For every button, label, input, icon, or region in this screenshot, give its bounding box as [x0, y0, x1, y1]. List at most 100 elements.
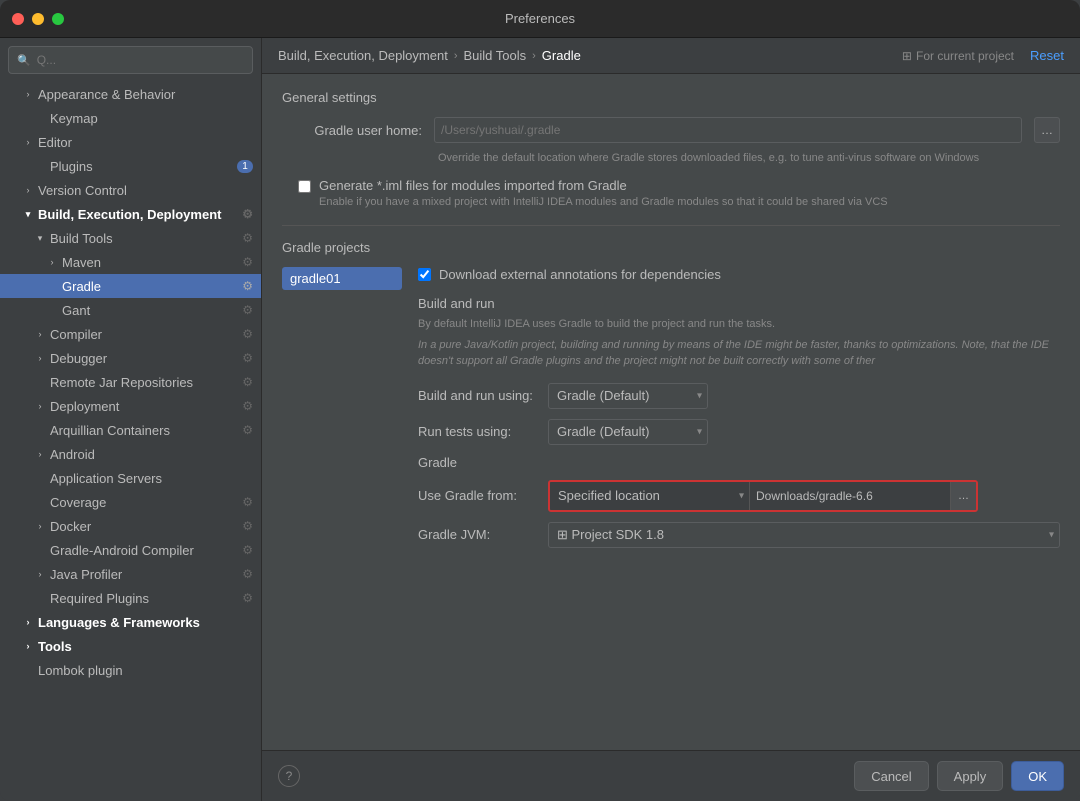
gear-icon-java-profiler: ⚙: [242, 567, 253, 581]
generate-iml-checkbox[interactable]: [298, 180, 311, 193]
maximize-button[interactable]: [52, 13, 64, 25]
gear-icon-gradle: ⚙: [242, 279, 253, 293]
build-run-hint1: By default IntelliJ IDEA uses Gradle to …: [418, 317, 1060, 332]
download-annotations-checkbox[interactable]: [418, 268, 431, 281]
breadcrumb-path2: Build Tools: [463, 48, 526, 63]
gear-icon-build: ⚙: [242, 207, 253, 221]
divider-1: [282, 225, 1060, 226]
run-tests-using-select[interactable]: Gradle (Default): [548, 419, 708, 445]
sidebar: 🔍 › Appearance & Behavior Keymap › Edito…: [0, 38, 262, 801]
build-run-using-select[interactable]: Gradle (Default): [548, 383, 708, 409]
use-gradle-from-label: Use Gradle from:: [418, 488, 538, 503]
gradle-section-label: Gradle: [418, 455, 1060, 470]
sidebar-item-java-profiler[interactable]: › Java Profiler ⚙: [0, 562, 261, 586]
breadcrumb-path1: Build, Execution, Deployment: [278, 48, 448, 63]
gradle-user-home-input[interactable]: [434, 117, 1022, 143]
gear-icon-required-plugins: ⚙: [242, 591, 253, 605]
expand-arrow-languages: ›: [20, 614, 36, 630]
download-annotations-label: Download external annotations for depend…: [439, 267, 721, 282]
sidebar-item-label: Deployment: [50, 399, 119, 414]
gear-icon-gant: ⚙: [242, 303, 253, 317]
sidebar-item-label: Docker: [50, 519, 91, 534]
plugins-badge: 1: [237, 160, 253, 173]
run-tests-using-label: Run tests using:: [418, 424, 538, 439]
use-gradle-from-row: Use Gradle from: Specified location …: [418, 480, 1060, 512]
sidebar-item-arquillian[interactable]: Arquillian Containers ⚙: [0, 418, 261, 442]
sidebar-item-label: Remote Jar Repositories: [50, 375, 193, 390]
sidebar-item-appearance[interactable]: › Appearance & Behavior: [0, 82, 261, 106]
use-gradle-from-select-wrapper: Specified location: [550, 482, 750, 510]
sidebar-item-remote-jar[interactable]: Remote Jar Repositories ⚙: [0, 370, 261, 394]
sidebar-item-languages[interactable]: › Languages & Frameworks: [0, 610, 261, 634]
search-box[interactable]: 🔍: [8, 46, 253, 74]
main-content: 🔍 › Appearance & Behavior Keymap › Edito…: [0, 38, 1080, 801]
expand-arrow-compiler: ›: [32, 326, 48, 342]
expand-arrow-android: ›: [32, 446, 48, 462]
ok-button[interactable]: OK: [1011, 761, 1064, 791]
sidebar-item-label: Lombok plugin: [38, 663, 123, 678]
gradle-user-home-hint: Override the default location where Grad…: [438, 151, 1060, 166]
sidebar-item-keymap[interactable]: Keymap: [0, 106, 261, 130]
sidebar-item-coverage[interactable]: Coverage ⚙: [0, 490, 261, 514]
sidebar-item-debugger[interactable]: › Debugger ⚙: [0, 346, 261, 370]
gradle-projects-layout: gradle01 Download external annotations f…: [282, 267, 1060, 548]
sidebar-item-tools[interactable]: › Tools: [0, 634, 261, 658]
generate-iml-row: Generate *.iml files for modules importe…: [298, 178, 1060, 210]
sidebar-item-required-plugins[interactable]: Required Plugins ⚙: [0, 586, 261, 610]
build-run-hint2: In a pure Java/Kotlin project, building …: [418, 338, 1060, 369]
expand-arrow-keymap: [32, 110, 48, 126]
search-input[interactable]: [37, 53, 244, 67]
reset-button[interactable]: Reset: [1030, 48, 1064, 63]
minimize-button[interactable]: [32, 13, 44, 25]
help-button[interactable]: ?: [278, 765, 300, 787]
gear-icon-gradle-android: ⚙: [242, 543, 253, 557]
expand-arrow-build-exec: ▾: [20, 206, 36, 222]
gear-icon-deployment: ⚙: [242, 399, 253, 413]
expand-arrow-java-profiler: ›: [32, 566, 48, 582]
gradle-user-home-browse-button[interactable]: …: [1034, 117, 1060, 143]
gradle-path-input[interactable]: [750, 482, 950, 510]
project-settings: Download external annotations for depend…: [418, 267, 1060, 548]
use-gradle-from-select[interactable]: Specified location: [550, 482, 750, 510]
breadcrumb-sep2: ›: [532, 50, 536, 62]
apply-button[interactable]: Apply: [937, 761, 1004, 791]
gradle-user-home-label: Gradle user home:: [282, 123, 422, 138]
close-button[interactable]: [12, 13, 24, 25]
cancel-button[interactable]: Cancel: [854, 761, 928, 791]
gradle-jvm-select[interactable]: ⊞ Project SDK 1.8: [548, 522, 1060, 548]
general-settings-title: General settings: [282, 90, 1060, 105]
sidebar-item-docker[interactable]: › Docker ⚙: [0, 514, 261, 538]
download-annotations-row: Download external annotations for depend…: [418, 267, 1060, 282]
expand-arrow-gradle: [44, 278, 60, 294]
sidebar-item-version-control[interactable]: › Version Control: [0, 178, 261, 202]
expand-arrow-gradle-android: [32, 542, 48, 558]
expand-arrow-build-tools: ▾: [32, 230, 48, 246]
sidebar-item-label: Editor: [38, 135, 72, 150]
sidebar-item-gradle[interactable]: Gradle ⚙: [0, 274, 261, 298]
sidebar-item-compiler[interactable]: › Compiler ⚙: [0, 322, 261, 346]
sidebar-item-gradle-android[interactable]: Gradle-Android Compiler ⚙: [0, 538, 261, 562]
sidebar-item-gant[interactable]: Gant ⚙: [0, 298, 261, 322]
preferences-window: Preferences 🔍 › Appearance & Behavior Ke…: [0, 0, 1080, 801]
sidebar-item-deployment[interactable]: › Deployment ⚙: [0, 394, 261, 418]
sidebar-item-label: Debugger: [50, 351, 107, 366]
sidebar-item-app-servers[interactable]: Application Servers: [0, 466, 261, 490]
sidebar-item-label: Coverage: [50, 495, 106, 510]
build-run-using-select-wrapper: Gradle (Default): [548, 383, 708, 409]
traffic-lights: [12, 13, 64, 25]
sidebar-item-label: Gradle: [62, 279, 101, 294]
sidebar-item-maven[interactable]: › Maven ⚙: [0, 250, 261, 274]
sidebar-item-lombok[interactable]: Lombok plugin: [0, 658, 261, 682]
sidebar-item-plugins[interactable]: Plugins 1: [0, 154, 261, 178]
sidebar-item-label: Build Tools: [50, 231, 113, 246]
breadcrumb-sep1: ›: [454, 50, 458, 62]
sidebar-item-editor[interactable]: › Editor: [0, 130, 261, 154]
sidebar-item-build-exec[interactable]: ▾ Build, Execution, Deployment ⚙: [0, 202, 261, 226]
sidebar-item-android[interactable]: › Android: [0, 442, 261, 466]
project-item-gradle01[interactable]: gradle01: [282, 267, 402, 290]
expand-arrow-app-servers: [32, 470, 48, 486]
sidebar-item-build-tools[interactable]: ▾ Build Tools ⚙: [0, 226, 261, 250]
gradle-path-browse-button[interactable]: …: [950, 482, 976, 510]
expand-arrow-coverage: [32, 494, 48, 510]
breadcrumb-bar: Build, Execution, Deployment › Build Too…: [262, 38, 1080, 74]
